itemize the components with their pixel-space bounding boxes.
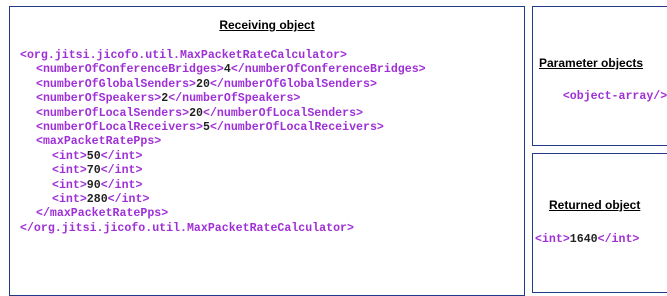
parameter-objects-panel: Parameter objects <object-array/> <box>532 6 667 146</box>
xml-close-tag: </int> <box>100 149 143 163</box>
parameter-objects-title: Parameter objects <box>539 56 644 70</box>
xml-value: 20 <box>196 77 210 91</box>
xml-open-tag: <numberOfSpeakers> <box>36 92 162 106</box>
xml-value: 20 <box>189 106 203 120</box>
object-array-tag: <object-array/> <box>562 90 667 104</box>
xml-close-tag: </int> <box>597 233 640 246</box>
xml-line: <int>90</int> <box>20 179 426 193</box>
xml-line: <numberOfLocalReceivers>5</numberOfLocal… <box>20 121 426 135</box>
parameter-objects-xml: <object-array/> <box>535 76 667 119</box>
xml-open-tag: <numberOfLocalSenders> <box>36 106 190 120</box>
xml-line: <int>280</int> <box>20 193 426 207</box>
xml-value: 280 <box>86 192 108 206</box>
xml-line: <org.jitsi.jicofo.util.MaxPacketRateCalc… <box>20 49 426 63</box>
xml-line: </org.jitsi.jicofo.util.MaxPacketRateCal… <box>20 222 426 236</box>
xml-line: <int>50</int> <box>20 150 426 164</box>
xml-open-tag: <int> <box>52 178 87 192</box>
xml-open-tag: </maxPacketRatePps> <box>36 207 169 221</box>
returned-object-title: Returned object <box>549 198 641 212</box>
receiving-object-panel: Receiving object <org.jitsi.jicofo.util.… <box>9 6 525 296</box>
xml-open-tag: <numberOfConferenceBridges> <box>36 63 224 77</box>
returned-object-xml: <int>1640</int> <box>535 233 639 247</box>
receiving-object-xml: <org.jitsi.jicofo.util.MaxPacketRateCalc… <box>20 49 426 236</box>
xml-open-tag: <int> <box>52 192 87 206</box>
xml-line: <numberOfLocalSenders>20</numberOfLocalS… <box>20 107 426 121</box>
xml-line: <int>70</int> <box>20 164 426 178</box>
xml-close-tag: </numberOfLocalSenders> <box>202 106 364 120</box>
xml-open-tag: <maxPacketRatePps> <box>36 135 162 149</box>
xml-open-tag: <int> <box>52 149 87 163</box>
xml-open-tag: </org.jitsi.jicofo.util.MaxPacketRateCal… <box>20 221 354 235</box>
xml-open-tag: <numberOfGlobalSenders> <box>36 77 197 91</box>
xml-open-tag: <int> <box>52 164 87 178</box>
xml-value: 1640 <box>569 233 598 246</box>
xml-close-tag: </numberOfSpeakers> <box>168 92 301 106</box>
xml-line: <numberOfSpeakers>2</numberOfSpeakers> <box>20 92 426 106</box>
xml-close-tag: </int> <box>100 164 143 178</box>
xml-open-tag: <int> <box>535 233 570 246</box>
xml-close-tag: </int> <box>107 192 150 206</box>
xml-open-tag: <numberOfLocalReceivers> <box>36 120 203 134</box>
xml-value: 70 <box>86 164 101 178</box>
xml-open-tag: <org.jitsi.jicofo.util.MaxPacketRateCalc… <box>20 49 347 62</box>
xml-value: 5 <box>202 120 210 134</box>
xml-value: 4 <box>223 63 231 77</box>
xml-close-tag: </numberOfGlobalSenders> <box>209 77 377 91</box>
xml-value: 50 <box>86 149 101 163</box>
returned-object-panel: Returned object <int>1640</int> <box>532 153 667 293</box>
xml-line: <numberOfConferenceBridges>4</numberOfCo… <box>20 63 426 77</box>
xml-close-tag: </numberOfConferenceBridges> <box>230 63 426 77</box>
xml-value: 90 <box>86 178 101 192</box>
xml-line: </maxPacketRatePps> <box>20 207 426 221</box>
xml-close-tag: </int> <box>100 178 143 192</box>
xml-close-tag: </numberOfLocalReceivers> <box>209 120 384 134</box>
receiving-object-title: Receiving object <box>219 18 315 32</box>
xml-line: <numberOfGlobalSenders>20</numberOfGloba… <box>20 78 426 92</box>
xml-line: <maxPacketRatePps> <box>20 135 426 149</box>
